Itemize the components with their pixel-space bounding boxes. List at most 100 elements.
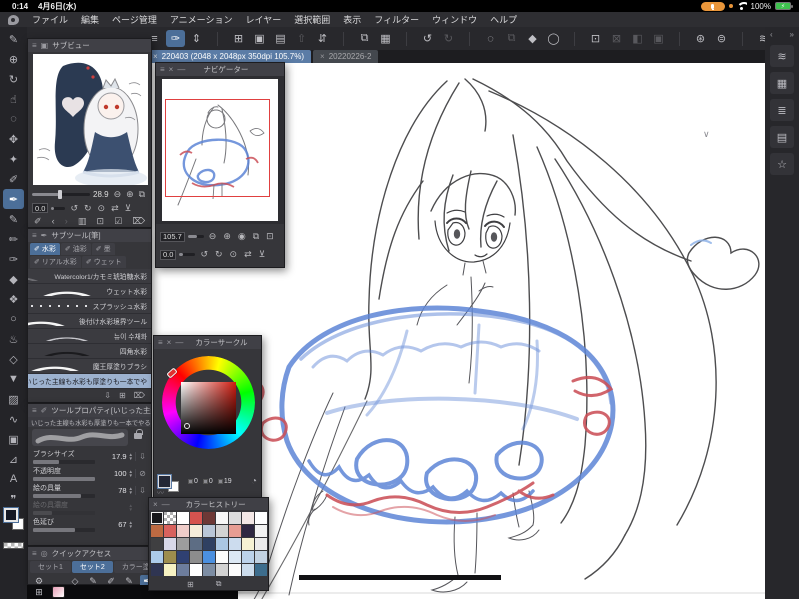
- navigator-icon[interactable]: ⊙: [230, 249, 238, 260]
- subview-control-icon[interactable]: ⊖: [114, 189, 122, 200]
- collapse-left-icon[interactable]: ‹: [770, 30, 773, 39]
- tool-icon[interactable]: ▣: [3, 429, 24, 449]
- toolbar-icon[interactable]: [460, 30, 479, 47]
- toolbar-icon[interactable]: [397, 30, 416, 47]
- property-slider[interactable]: [33, 528, 95, 532]
- close-tab-icon[interactable]: ×: [320, 52, 325, 61]
- history-color-swatch[interactable]: [151, 525, 163, 537]
- navigator-icon[interactable]: ⊻: [259, 249, 266, 260]
- subtool-group-tab[interactable]: ✐ ウェット: [81, 256, 126, 268]
- close-tab-icon[interactable]: ×: [153, 52, 158, 61]
- sv-picker-dot[interactable]: [184, 423, 190, 429]
- transparent-color-swatch[interactable]: [3, 542, 24, 549]
- subtool-footer-icon[interactable]: ⌦: [134, 391, 145, 400]
- minimize-panel-icon[interactable]: —: [175, 338, 183, 347]
- history-color-swatch[interactable]: [164, 525, 176, 537]
- history-color-swatch[interactable]: [151, 538, 163, 550]
- palette-dock-icon[interactable]: ≋: [770, 45, 794, 67]
- history-color-swatch[interactable]: [151, 551, 163, 563]
- history-color-swatch[interactable]: [229, 525, 241, 537]
- tool-icon[interactable]: ▨: [3, 389, 24, 409]
- subtool-group-tab[interactable]: ✐ 油彩: [60, 243, 91, 255]
- subview-file-icon[interactable]: ‹: [52, 216, 55, 227]
- toolbar-icon[interactable]: [670, 30, 689, 47]
- value-stepper[interactable]: ▲ ▼: [129, 503, 133, 512]
- subview-file-icon[interactable]: ⊡: [96, 216, 104, 227]
- history-color-swatch[interactable]: [242, 525, 254, 537]
- subview-zoom-slider[interactable]: [32, 189, 90, 199]
- toolbar-icon[interactable]: ↻: [439, 30, 458, 47]
- toolbar-icon[interactable]: ▣: [250, 30, 269, 47]
- toolbar-icon[interactable]: ◯: [544, 30, 563, 47]
- history-color-swatch[interactable]: [216, 564, 228, 576]
- toolbar-icon[interactable]: ◧: [628, 30, 647, 47]
- history-color-swatch[interactable]: [177, 525, 189, 537]
- history-color-swatch[interactable]: [164, 564, 176, 576]
- history-color-swatch[interactable]: [216, 512, 228, 524]
- navigator-icon[interactable]: ⧉: [253, 231, 259, 242]
- menu-item[interactable]: 編集: [81, 13, 99, 26]
- toolbar-icon[interactable]: ⧉: [502, 30, 521, 47]
- navigator-icon[interactable]: ◉: [238, 231, 246, 242]
- history-color-swatch[interactable]: [177, 551, 189, 563]
- toolbar-icon[interactable]: [733, 30, 752, 47]
- history-color-swatch[interactable]: [229, 564, 241, 576]
- history-color-swatch[interactable]: [177, 564, 189, 576]
- navigator-icon[interactable]: ⊖: [209, 231, 217, 242]
- menu-item[interactable]: 表示: [343, 13, 361, 26]
- tool-icon[interactable]: ✦: [3, 149, 24, 169]
- panel-menu-icon[interactable]: ≡: [158, 338, 163, 347]
- palette-dock-icon[interactable]: ☆: [770, 153, 794, 175]
- palette-dock-icon[interactable]: ▤: [770, 126, 794, 148]
- collapse-chevron-icon[interactable]: ∨: [703, 129, 710, 140]
- history-color-swatch[interactable]: [255, 564, 267, 576]
- lock-icon[interactable]: [134, 429, 143, 439]
- tool-icon[interactable]: ✎: [3, 209, 24, 229]
- history-color-swatch[interactable]: [242, 564, 254, 576]
- brush-list-item[interactable]: いじった主線も水彩も厚塗りも一本でや: [28, 374, 151, 389]
- subview-file-icon[interactable]: ☑: [114, 216, 122, 227]
- clip-studio-logo-icon[interactable]: [8, 14, 19, 25]
- history-color-swatch[interactable]: [242, 538, 254, 550]
- history-footer-icon[interactable]: ⊞: [187, 580, 194, 589]
- subview-control-icon[interactable]: ⊙: [98, 203, 106, 214]
- navigator-zoom-value[interactable]: 105.7: [160, 231, 185, 242]
- subview-file-icon[interactable]: ⌦: [132, 216, 145, 227]
- toolbar-icon[interactable]: [334, 30, 353, 47]
- brush-list-item[interactable]: 四角水彩: [28, 344, 151, 359]
- foreground-color-swatch[interactable]: [3, 507, 19, 523]
- tool-icon[interactable]: ☝: [3, 89, 24, 109]
- property-slider[interactable]: [33, 511, 95, 515]
- tool-icon[interactable]: ↻: [3, 69, 24, 89]
- subview-control-icon[interactable]: ↺: [70, 203, 78, 214]
- brush-list-item[interactable]: 後付け水彩境界ツール: [28, 314, 151, 329]
- view-area-rectangle[interactable]: [165, 99, 270, 197]
- navigator-zoom-slider[interactable]: [187, 235, 204, 238]
- quick-access-set-tab[interactable]: セット1: [30, 561, 71, 573]
- toolbar-icon[interactable]: ⊛: [691, 30, 710, 47]
- subview-control-icon[interactable]: ⇄: [111, 203, 119, 214]
- menu-item[interactable]: アニメーション: [170, 13, 233, 26]
- toolbar-icon[interactable]: ⧉: [355, 30, 374, 47]
- property-slider[interactable]: [33, 477, 95, 481]
- history-color-swatch[interactable]: [164, 538, 176, 550]
- subview-file-icon[interactable]: ▥: [78, 216, 87, 227]
- toolbar-icon[interactable]: ▤: [271, 30, 290, 47]
- tool-icon[interactable]: ✥: [3, 129, 24, 149]
- navigator-icon[interactable]: ↺: [200, 249, 208, 260]
- quick-access-item[interactable]: ⊞: [32, 586, 46, 599]
- history-color-swatch[interactable]: [164, 551, 176, 563]
- subview-file-icon[interactable]: ›: [65, 216, 68, 227]
- history-color-swatch[interactable]: [242, 551, 254, 563]
- toolbar-icon[interactable]: ▣: [649, 30, 668, 47]
- menu-item[interactable]: レイヤー: [246, 13, 282, 26]
- panel-menu-icon[interactable]: ≡: [160, 65, 165, 74]
- history-color-swatch[interactable]: [203, 512, 215, 524]
- quick-access-set-tab[interactable]: セット2: [71, 561, 113, 573]
- history-color-swatch[interactable]: [255, 512, 267, 524]
- history-color-swatch[interactable]: [190, 564, 202, 576]
- toolbar-icon[interactable]: [208, 30, 227, 47]
- tool-icon[interactable]: ◇: [3, 349, 24, 369]
- document-tab[interactable]: × 20220226-2: [313, 50, 379, 63]
- tool-icon[interactable]: ❞: [3, 489, 24, 509]
